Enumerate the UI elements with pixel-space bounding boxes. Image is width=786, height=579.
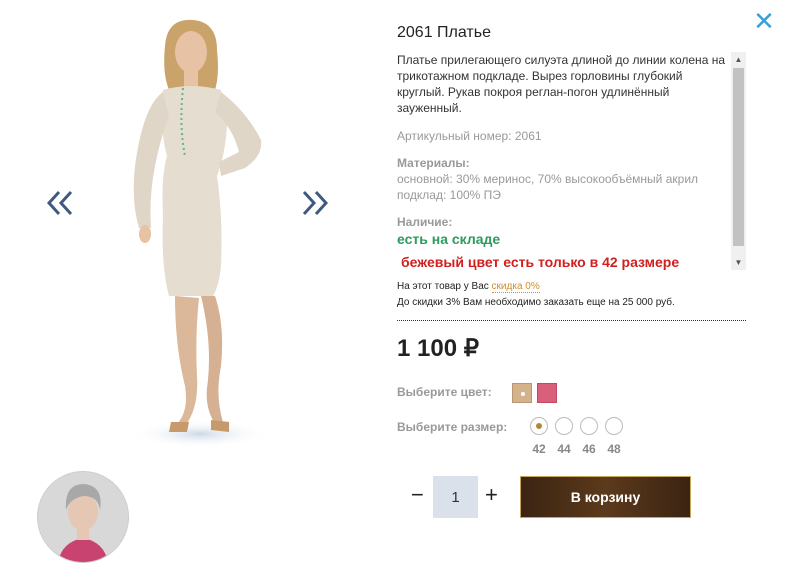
article-number: Артикульный номер: 2061 bbox=[397, 129, 542, 143]
color-swatch-beige[interactable] bbox=[512, 383, 532, 403]
quantity-input[interactable] bbox=[433, 476, 478, 518]
size-radio-44[interactable] bbox=[555, 417, 573, 435]
add-to-cart-button[interactable]: В корзину bbox=[520, 476, 691, 518]
thumbnail-image[interactable] bbox=[37, 471, 129, 563]
size-label-48: 48 bbox=[607, 442, 621, 456]
scrollbar-thumb[interactable] bbox=[733, 68, 744, 246]
chevron-double-right-icon bbox=[302, 190, 329, 216]
previous-image-button[interactable] bbox=[45, 186, 75, 220]
materials-main: основной: 30% меринос, 70% высокообъёмны… bbox=[397, 172, 699, 186]
thumbnail-photo bbox=[38, 472, 128, 562]
availability-heading: Наличие: bbox=[397, 215, 453, 229]
quantity-increase-button[interactable]: + bbox=[485, 484, 498, 506]
selected-dot-icon bbox=[521, 392, 525, 396]
availability-status: есть на складе bbox=[397, 231, 501, 247]
scroll-down-arrow-icon[interactable]: ▼ bbox=[731, 255, 746, 270]
size-label-42: 42 bbox=[532, 442, 546, 456]
close-icon: ✕ bbox=[753, 7, 775, 37]
size-radio-42[interactable] bbox=[530, 417, 548, 435]
chevron-double-left-icon bbox=[46, 190, 73, 216]
close-button[interactable]: ✕ bbox=[753, 9, 775, 35]
description-content: Платье прилегающего силуэта длиной до ли… bbox=[397, 52, 727, 270]
quantity-decrease-button[interactable]: − bbox=[411, 484, 424, 506]
color-swatch-pink[interactable] bbox=[537, 383, 557, 403]
discount-link[interactable]: скидка 0% bbox=[491, 281, 540, 293]
color-picker-label: Выберите цвет: bbox=[397, 385, 492, 399]
description-scroll-area[interactable]: Платье прилегающего силуэта длиной до ли… bbox=[397, 52, 747, 270]
size-label-46: 46 bbox=[582, 442, 596, 456]
color-availability-note: бежевый цвет есть только в 42 размере bbox=[401, 254, 680, 270]
size-picker-label: Выберите размер: bbox=[397, 420, 508, 434]
product-photo bbox=[130, 19, 270, 448]
product-title: 2061 Платье bbox=[397, 24, 491, 41]
next-discount-info: До скидки 3% Вам необходимо заказать еще… bbox=[397, 297, 675, 308]
materials-lining: подклад: 100% ПЭ bbox=[397, 188, 501, 202]
size-radio-48[interactable] bbox=[605, 417, 623, 435]
size-radio-46[interactable] bbox=[580, 417, 598, 435]
current-discount: На этот товар у Вас скидка 0% bbox=[397, 281, 540, 293]
divider bbox=[397, 320, 746, 321]
product-price: 1 100 ₽ bbox=[397, 335, 479, 362]
product-gallery bbox=[0, 0, 380, 579]
description-scrollbar[interactable]: ▲ ▼ bbox=[731, 52, 746, 270]
discount-prefix: На этот товар у Вас bbox=[397, 281, 489, 292]
next-image-button[interactable] bbox=[300, 186, 330, 220]
scroll-up-arrow-icon[interactable]: ▲ bbox=[731, 52, 746, 67]
product-description: Платье прилегающего силуэта длиной до ли… bbox=[397, 53, 725, 115]
size-label-44: 44 bbox=[557, 442, 571, 456]
materials-heading: Материалы: bbox=[397, 156, 470, 170]
